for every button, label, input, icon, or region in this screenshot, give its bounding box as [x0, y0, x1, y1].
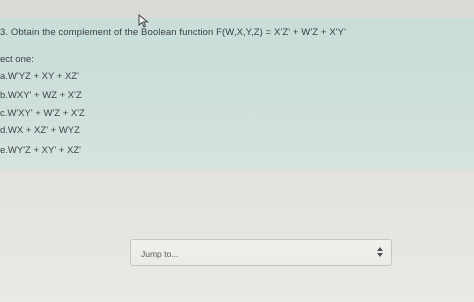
option-d-label: d.WX + XZ' + WYZ	[0, 125, 80, 136]
option-d[interactable]: d.WX + XZ' + WYZ	[0, 125, 80, 136]
option-c-label: c.W'XY' + W'Z + X'Z	[0, 108, 85, 119]
select-one-label: ect one:	[0, 54, 34, 65]
option-a[interactable]: a.W'YZ + XY + XZ'	[0, 71, 79, 82]
option-b-label: b.WXY' + WZ + X'Z	[0, 90, 82, 101]
mouse-cursor-icon	[138, 13, 150, 28]
option-b[interactable]: b.WXY' + WZ + X'Z	[0, 90, 82, 101]
question-text: 3. Obtain the complement of the Boolean …	[0, 27, 347, 38]
option-c[interactable]: c.W'XY' + W'Z + X'Z	[0, 108, 85, 119]
option-e[interactable]: e.WY'Z + XY' + XZ'	[0, 145, 81, 156]
option-e-label: e.WY'Z + XY' + XZ'	[0, 145, 81, 156]
jump-to-select[interactable]: Jump to...	[130, 239, 392, 266]
quiz-page: 3. Obtain the complement of the Boolean …	[0, 0, 474, 302]
jump-to-placeholder: Jump to...	[141, 249, 179, 259]
updown-arrows-icon	[376, 244, 384, 260]
option-a-label: a.W'YZ + XY + XZ'	[0, 71, 79, 82]
